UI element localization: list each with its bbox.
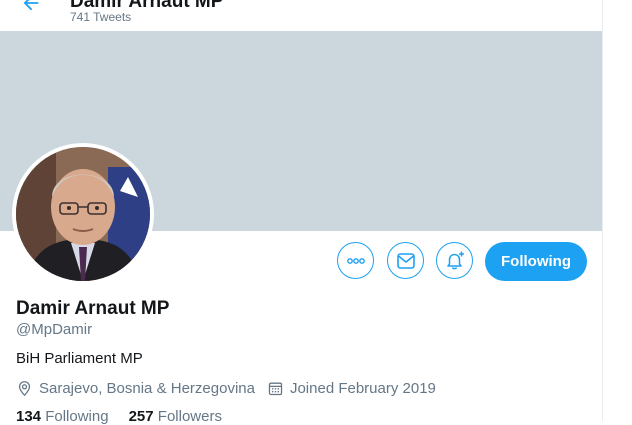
back-button[interactable] [18,0,44,16]
profile-page: Damir Arnaut MP 741 Tweets Following Dam… [0,0,602,425]
right-gutter [603,0,632,421]
more-icon [346,257,365,264]
profile-stats: 134 Following 257 Followers [16,408,242,425]
profile-name: Damir Arnaut MP [16,298,170,319]
notifications-button[interactable] [436,242,473,279]
calendar-icon [268,382,283,395]
avatar[interactable] [16,147,150,281]
profile-meta: Sarajevo, Bosnia & Herzegovina Joined Fe… [16,378,436,398]
bell-plus-icon [446,251,464,269]
following-button[interactable]: Following [485,242,587,281]
joined-item: Joined February 2019 [267,380,436,397]
message-button[interactable] [387,242,424,279]
location-text: Sarajevo, Bosnia & Herzegovina [39,379,255,397]
followers-stat[interactable]: 257 Followers [129,408,222,425]
joined-text: Joined February 2019 [289,379,436,397]
following-count: 134 [16,408,42,425]
tweet-count: 741 Tweets [70,10,132,24]
followers-stat-label: Followers [157,408,222,425]
profile-handle: @MpDamir [16,321,93,338]
envelope-icon [396,252,415,269]
more-button[interactable] [337,242,374,279]
profile-header: Damir Arnaut MP 741 Tweets [0,0,602,31]
avatar-image [16,147,150,281]
following-stat-label: Following [45,408,109,425]
profile-bio: BiH Parliament MP [16,350,143,367]
location-item: Sarajevo, Bosnia & Herzegovina [16,380,255,397]
following-stat[interactable]: 134 Following [16,408,109,425]
arrow-left-icon [23,0,39,11]
followers-count: 257 [128,408,154,425]
location-pin-icon [18,380,31,396]
